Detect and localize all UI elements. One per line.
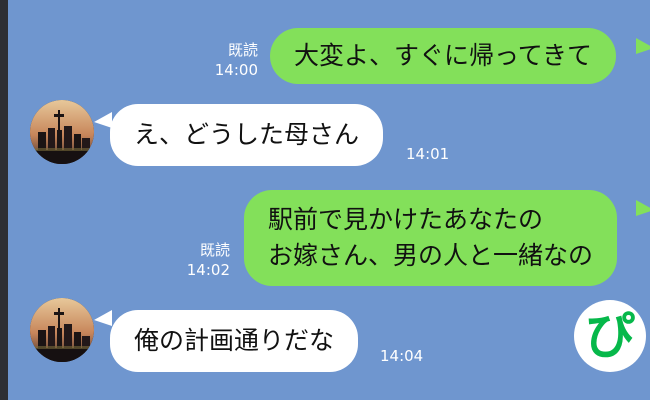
timestamp: 14:00 [214, 61, 258, 79]
message-meta: 既読 14:02 [176, 240, 230, 280]
avatar[interactable] [30, 100, 94, 164]
city-skyline-image [30, 100, 94, 164]
bubble-tail [636, 38, 650, 54]
message-text-line: お嫁さん、男の人と一緒なの [268, 241, 594, 270]
message-bubble-outgoing[interactable]: 駅前で見かけたあなたの お嫁さん、男の人と一緒なの [244, 190, 618, 286]
message-text: え、どうした母さん [134, 120, 360, 149]
message-text: 大変よ、すぐに帰ってきて [294, 41, 593, 70]
window-edge [0, 0, 8, 400]
message-bubble-outgoing[interactable]: 大変よ、すぐに帰ってきて [270, 28, 617, 84]
sticker-glyph: ぴ [585, 307, 635, 365]
message-text: 俺の計画通りだな [134, 326, 335, 355]
bubble-tail [636, 200, 650, 216]
message-bubble-incoming[interactable]: え、どうした母さん [110, 104, 384, 166]
bubble-tail [94, 112, 112, 128]
message-text-line: 駅前で見かけたあなたの [268, 205, 544, 234]
timestamp: 14:04 [380, 347, 424, 365]
timestamp: 14:01 [406, 145, 450, 163]
read-receipt: 既読 [227, 41, 258, 59]
city-skyline-image [30, 298, 94, 362]
avatar[interactable] [30, 298, 94, 362]
chat-area[interactable]: 既読 14:00 大変よ、すぐに帰ってきて え、どうした母さん 14:01 既読… [8, 0, 650, 400]
bubble-tail [94, 310, 112, 326]
message-bubble-incoming[interactable]: 俺の計画通りだな [110, 310, 359, 372]
read-receipt: 既読 [199, 241, 230, 259]
sticker-logo: ぴ [574, 300, 646, 372]
message-meta: 既読 14:00 [204, 40, 258, 80]
timestamp: 14:02 [186, 261, 230, 279]
